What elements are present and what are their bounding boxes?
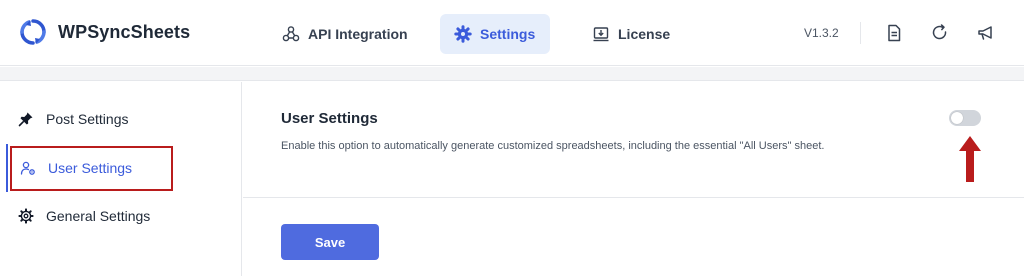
save-button[interactable]: Save — [281, 224, 379, 260]
document-icon[interactable] — [884, 23, 904, 43]
main-content: User Settings Enable this option to auto… — [243, 82, 1024, 276]
user-settings-toggle[interactable] — [949, 110, 981, 126]
header-band — [0, 67, 1024, 81]
gear-icon — [18, 208, 34, 224]
sidebar-item-label: General Settings — [46, 208, 151, 224]
sync-logo-icon — [20, 19, 46, 45]
tab-api-integration[interactable]: API Integration — [268, 14, 422, 54]
brand[interactable]: WPSyncSheets — [18, 17, 190, 47]
tab-license[interactable]: License — [578, 14, 684, 54]
version-label: V1.3.2 — [804, 26, 839, 40]
megaphone-icon[interactable] — [976, 23, 996, 43]
toggle-knob — [951, 112, 963, 124]
tab-settings-label: Settings — [480, 26, 536, 42]
license-download-icon — [593, 27, 609, 42]
sidebar-item-general-settings[interactable]: General Settings — [0, 197, 242, 235]
tab-license-label: License — [618, 26, 671, 42]
top-bar: WPSyncSheets API Integration Settings Li… — [0, 0, 1024, 66]
annotation-arrow-icon — [959, 136, 981, 182]
sidebar-item-label: Post Settings — [46, 111, 129, 127]
sidebar-item-post-settings[interactable]: Post Settings — [0, 100, 242, 138]
section-title: User Settings — [281, 110, 378, 127]
divider — [860, 22, 861, 44]
brand-name: WPSyncSheets — [58, 21, 191, 42]
tab-settings[interactable]: Settings — [440, 14, 550, 54]
user-settings-section: User Settings Enable this option to auto… — [243, 82, 1024, 198]
webhook-icon — [282, 26, 300, 42]
annotation-highlight-box — [10, 146, 173, 191]
pin-icon — [18, 112, 33, 127]
gear-icon — [454, 25, 472, 43]
refresh-icon[interactable] — [930, 23, 950, 43]
tab-api-integration-label: API Integration — [308, 26, 408, 42]
section-description: Enable this option to automatically gene… — [281, 140, 825, 152]
